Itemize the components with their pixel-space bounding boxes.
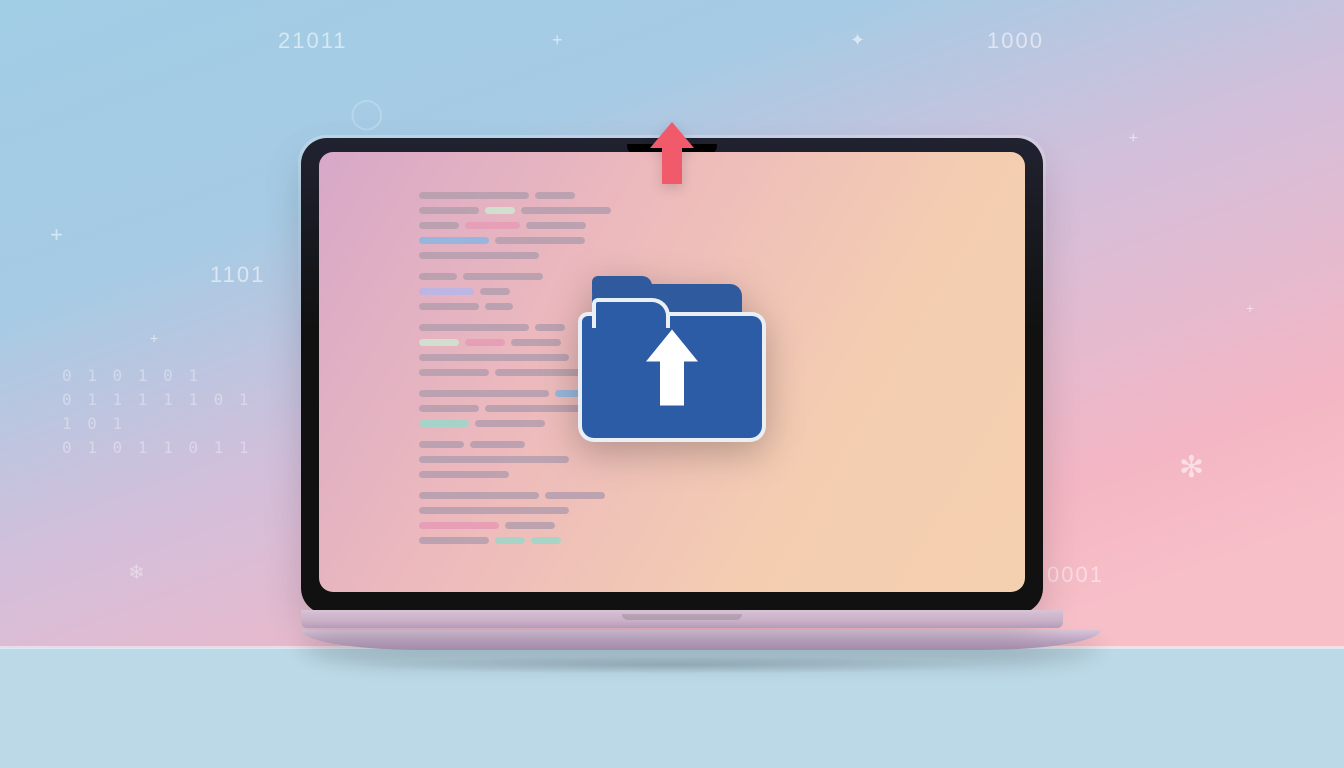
- illustration-scene: 21011 1000 1101 0001 0 1 0 1 0 1 0 1 1 1…: [0, 0, 1344, 768]
- bg-binary-block: 0 1 0 1 0 1 0 1 1 1 1 1 0 1 1 0 1 0 1 0 …: [62, 364, 252, 460]
- laptop-shadow: [352, 656, 992, 674]
- bg-number: 1000: [987, 28, 1044, 54]
- bg-number: 21011: [278, 28, 348, 54]
- circle-icon: ◯: [350, 96, 384, 131]
- plus-icon: +: [1129, 130, 1138, 148]
- plus-icon: +: [552, 30, 563, 51]
- arrow-up-icon: [632, 324, 712, 414]
- bg-number: 0001: [1047, 562, 1104, 588]
- laptop-hinge: [301, 610, 1063, 628]
- laptop: [301, 138, 1043, 674]
- plus-icon: +: [1246, 300, 1254, 316]
- laptop-bezel: [301, 138, 1043, 614]
- upload-folder-icon: [572, 284, 772, 444]
- bg-number: 1101: [210, 262, 265, 288]
- snowflake-icon: ❄: [128, 560, 145, 585]
- upload-arrow-icon: [642, 118, 702, 188]
- plus-icon: ✦: [850, 30, 865, 51]
- snowflake-icon: ✻: [1179, 450, 1204, 485]
- plus-icon: +: [150, 330, 158, 346]
- laptop-screen: [319, 152, 1025, 592]
- laptop-base: [301, 630, 1101, 650]
- plus-icon: +: [50, 222, 63, 248]
